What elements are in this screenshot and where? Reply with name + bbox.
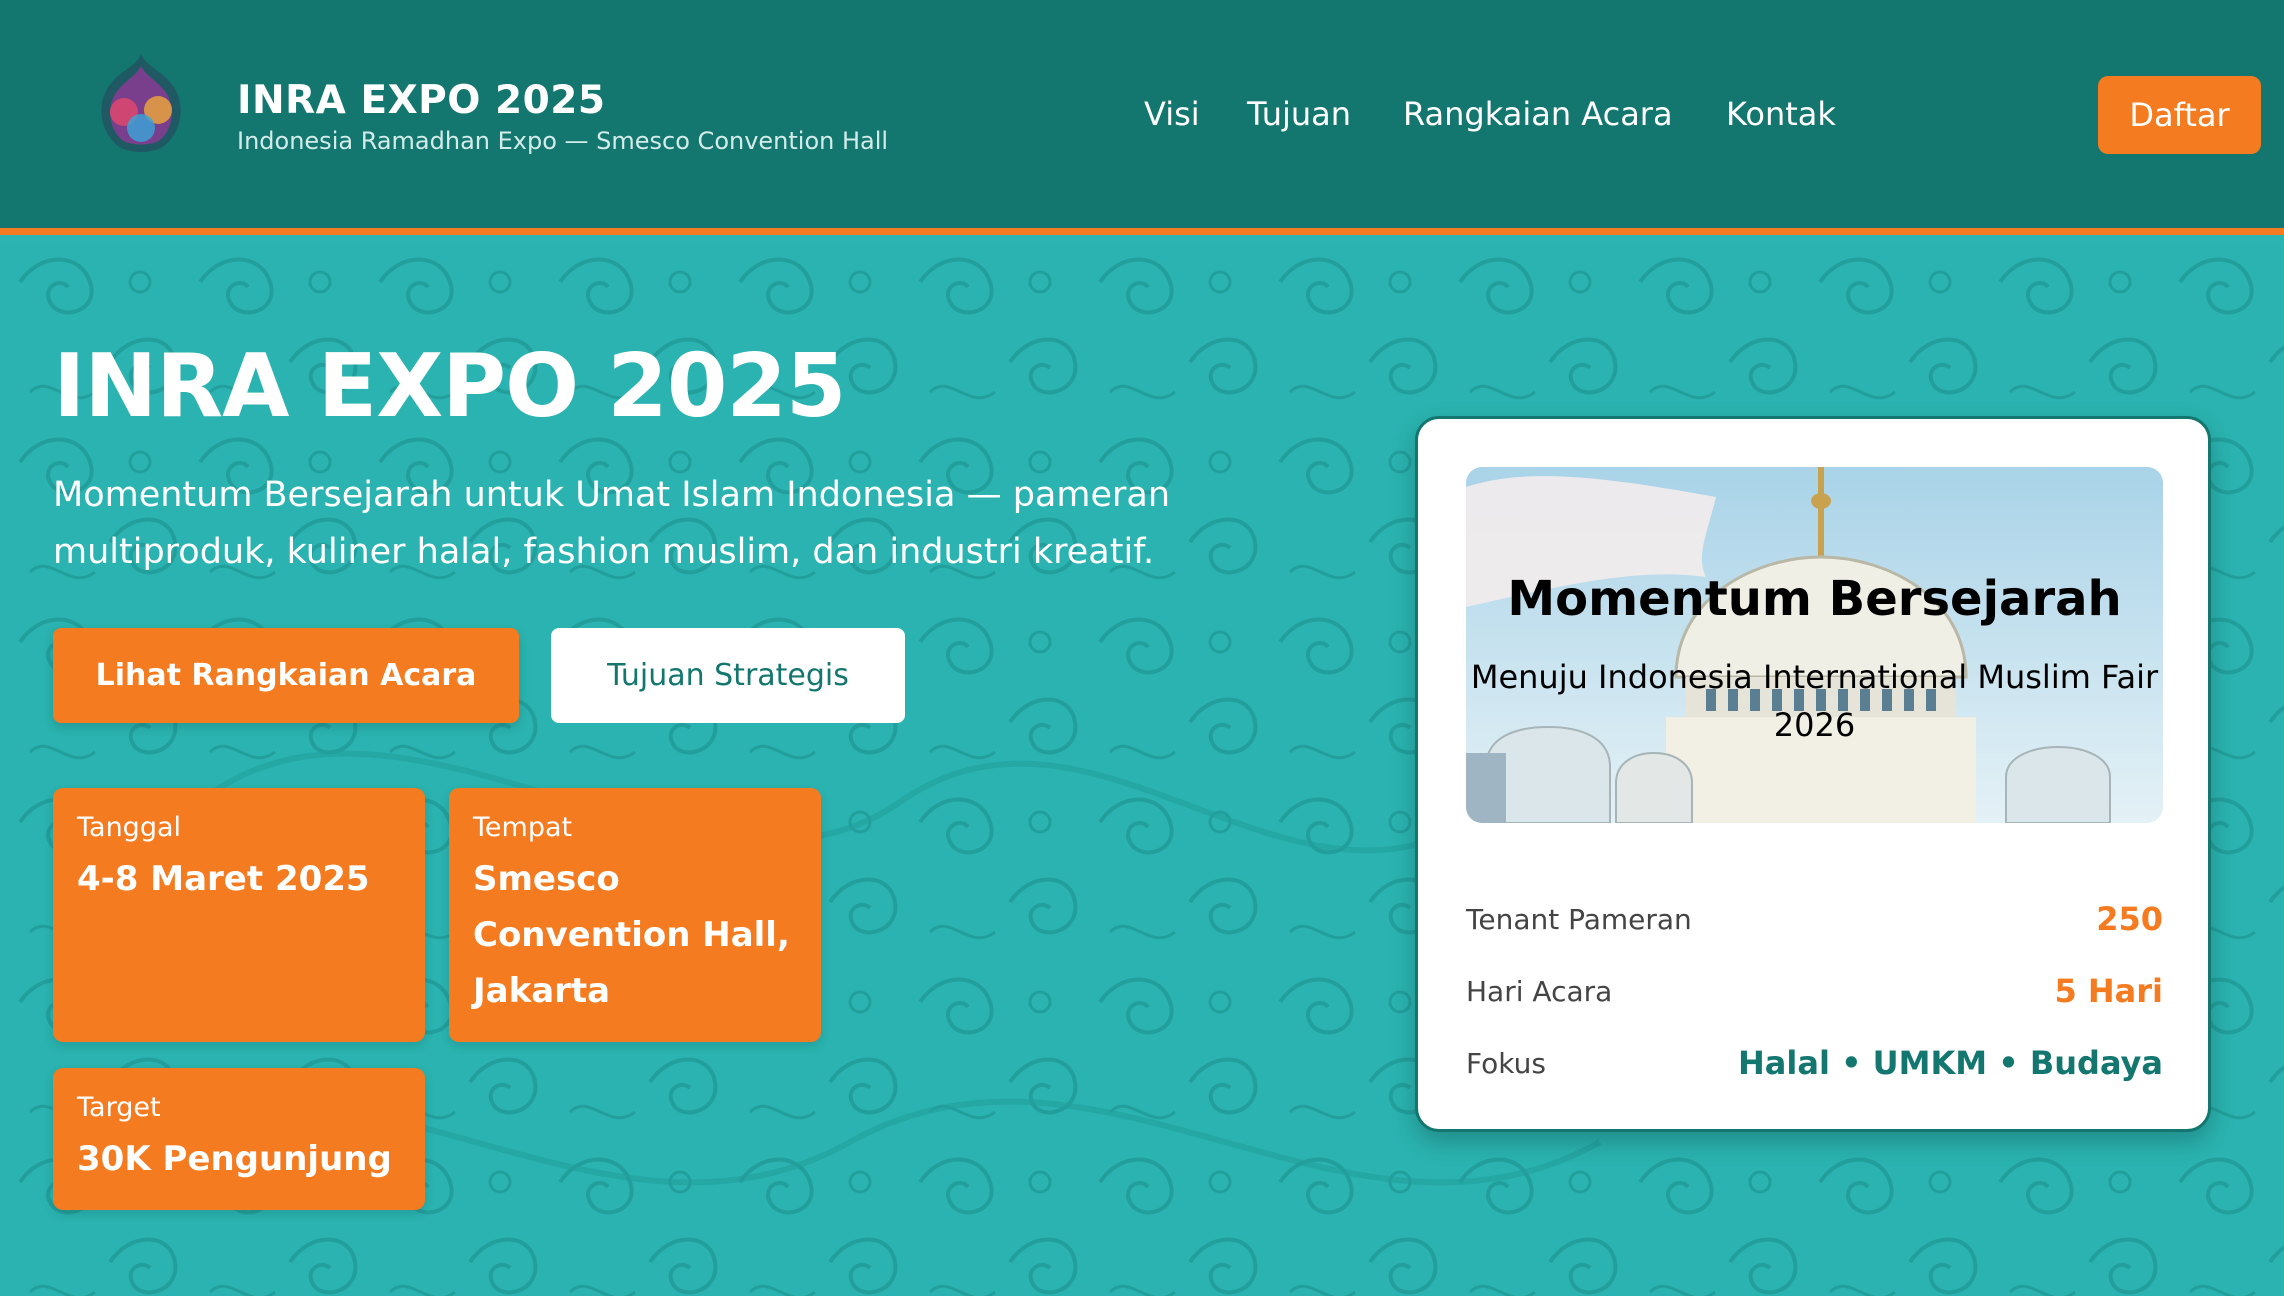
info-label: Tempat: [473, 812, 573, 843]
hero-title: INRA EXPO 2025: [53, 335, 846, 437]
stat-label: Fokus: [1466, 1046, 1546, 1080]
info-value: 30K Pengunjung: [77, 1139, 392, 1179]
site-header: INRA EXPO 2025 Indonesia Ramadhan Expo —…: [0, 0, 2284, 235]
nav-tujuan[interactable]: Tujuan: [1247, 95, 1351, 133]
stat-row-tenant: Tenant Pameran 250: [1466, 894, 2163, 944]
info-card-tempat: Tempat Smesco Convention Hall, Jakarta: [449, 788, 821, 1042]
info-label: Tanggal: [77, 812, 182, 843]
daftar-button[interactable]: Daftar: [2098, 76, 2261, 154]
mosque-illustration: Momentum Bersejarah Menuju Indonesia Int…: [1466, 467, 2163, 823]
stat-row-fokus: Fokus Halal • UMKM • Budaya: [1466, 1038, 2163, 1088]
inra-logo[interactable]: [94, 52, 188, 156]
stat-label: Hari Acara: [1466, 974, 1613, 1008]
stat-value: Halal • UMKM • Budaya: [1738, 1044, 2163, 1082]
brand-title: INRA EXPO 2025: [237, 78, 606, 123]
stat-label: Tenant Pameran: [1466, 902, 1692, 936]
tujuan-strategis-button[interactable]: Tujuan Strategis: [551, 628, 905, 723]
info-card-target: Target 30K Pengunjung: [53, 1068, 425, 1210]
nav-visi[interactable]: Visi: [1144, 95, 1200, 133]
brand-subtitle: Indonesia Ramadhan Expo — Smesco Convent…: [237, 127, 889, 155]
highlight-card: Momentum Bersejarah Menuju Indonesia Int…: [1415, 416, 2211, 1132]
nav-rangkaian-acara[interactable]: Rangkaian Acara: [1403, 95, 1673, 133]
panel-subtitle: Menuju Indonesia International Muslim Fa…: [1470, 658, 2159, 744]
hero-description: Momentum Bersejarah untuk Umat Islam Ind…: [53, 475, 1171, 572]
lihat-rangkaian-acara-button[interactable]: Lihat Rangkaian Acara: [53, 628, 519, 723]
nav-kontak[interactable]: Kontak: [1726, 95, 1836, 133]
info-value: Smesco Convention Hall, Jakarta: [473, 859, 790, 1011]
panel-title: Momentum Bersejarah: [1507, 571, 2122, 627]
stat-value: 5 Hari: [2054, 972, 2163, 1010]
stat-value: 250: [2096, 900, 2163, 938]
info-label: Target: [77, 1092, 161, 1123]
info-card-tanggal: Tanggal 4-8 Maret 2025: [53, 788, 425, 1042]
info-value: 4-8 Maret 2025: [77, 859, 370, 899]
stat-row-hari: Hari Acara 5 Hari: [1466, 966, 2163, 1016]
